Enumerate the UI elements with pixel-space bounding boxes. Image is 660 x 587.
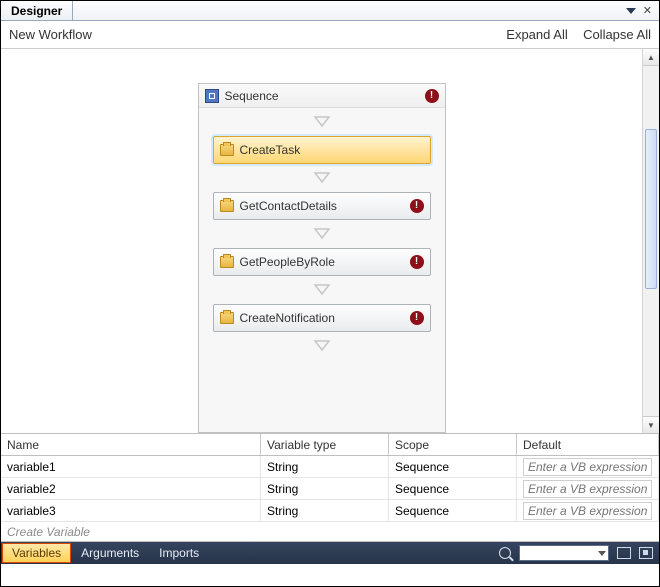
tab-arguments[interactable]: Arguments xyxy=(71,542,149,564)
default-expression-input[interactable] xyxy=(523,458,652,476)
activity-icon xyxy=(220,312,234,324)
tab-imports[interactable]: Imports xyxy=(149,542,209,564)
default-expression-input[interactable] xyxy=(523,480,652,498)
activity-item[interactable]: CreateTask xyxy=(213,136,431,164)
cell-type[interactable]: String xyxy=(261,456,389,477)
activity-item[interactable]: CreateNotification! xyxy=(213,304,431,332)
drop-target[interactable] xyxy=(199,220,445,248)
activity-icon xyxy=(220,144,234,156)
table-row[interactable]: variable1StringSequence xyxy=(1,456,659,478)
activity-label: GetPeopleByRole xyxy=(240,255,404,269)
fit-to-screen-icon[interactable] xyxy=(617,547,631,559)
sequence-title: Sequence xyxy=(225,89,419,103)
designer-tab[interactable]: Designer xyxy=(1,1,73,20)
scroll-up-icon[interactable]: ▲ xyxy=(643,49,659,66)
error-badge-icon[interactable]: ! xyxy=(425,89,439,103)
tab-variables[interactable]: Variables xyxy=(2,543,71,563)
scroll-down-icon[interactable]: ▼ xyxy=(643,416,659,433)
activity-icon xyxy=(220,200,234,212)
col-header-scope[interactable]: Scope xyxy=(389,434,517,455)
activity-item[interactable]: GetContactDetails! xyxy=(213,192,431,220)
title-bar: Designer ✕ xyxy=(1,1,659,21)
cell-scope[interactable]: Sequence xyxy=(389,500,517,521)
table-row[interactable]: variable2StringSequence xyxy=(1,478,659,500)
sequence-icon xyxy=(205,89,219,103)
activity-label: GetContactDetails xyxy=(240,199,404,213)
tab-label: Designer xyxy=(11,4,62,18)
create-variable-row[interactable]: Create Variable xyxy=(1,522,659,542)
cell-name[interactable]: variable3 xyxy=(1,500,261,521)
cell-default xyxy=(517,456,659,477)
cell-type[interactable]: String xyxy=(261,500,389,521)
drop-target[interactable] xyxy=(199,108,445,136)
activity-label: CreateTask xyxy=(240,143,424,157)
cell-scope[interactable]: Sequence xyxy=(389,456,517,477)
breadcrumb-toolbar: New Workflow Expand All Collapse All xyxy=(1,21,659,49)
error-badge-icon[interactable]: ! xyxy=(410,255,424,269)
vertical-scrollbar[interactable]: ▲ ▼ xyxy=(642,49,659,433)
drop-target[interactable] xyxy=(199,164,445,192)
activity-item[interactable]: GetPeopleByRole! xyxy=(213,248,431,276)
scroll-thumb[interactable] xyxy=(645,129,657,289)
cell-scope[interactable]: Sequence xyxy=(389,478,517,499)
col-header-type[interactable]: Variable type xyxy=(261,434,389,455)
zoom-dropdown[interactable] xyxy=(519,545,609,561)
sequence-container[interactable]: Sequence ! CreateTaskGetContactDetails!G… xyxy=(198,83,446,433)
cell-default xyxy=(517,500,659,521)
col-header-name[interactable]: Name xyxy=(1,434,261,455)
error-badge-icon[interactable]: ! xyxy=(410,311,424,325)
default-expression-input[interactable] xyxy=(523,502,652,520)
cell-default xyxy=(517,478,659,499)
dropdown-icon[interactable] xyxy=(626,8,636,14)
cell-name[interactable]: variable1 xyxy=(1,456,261,477)
workflow-name[interactable]: New Workflow xyxy=(9,27,92,42)
designer-canvas-wrapper: Sequence ! CreateTaskGetContactDetails!G… xyxy=(1,49,659,433)
overview-icon[interactable] xyxy=(639,547,653,559)
designer-canvas[interactable]: Sequence ! CreateTaskGetContactDetails!G… xyxy=(1,49,642,433)
close-icon[interactable]: ✕ xyxy=(640,4,655,17)
chevron-down-icon xyxy=(598,551,606,556)
drop-target[interactable] xyxy=(199,332,445,360)
collapse-all-link[interactable]: Collapse All xyxy=(583,27,651,42)
sequence-header[interactable]: Sequence ! xyxy=(199,84,445,108)
grid-header-row: Name Variable type Scope Default xyxy=(1,434,659,456)
expand-all-link[interactable]: Expand All xyxy=(506,27,567,42)
error-badge-icon[interactable]: ! xyxy=(410,199,424,213)
search-icon[interactable] xyxy=(499,547,511,559)
status-bar: Variables Arguments Imports xyxy=(1,542,659,564)
activity-label: CreateNotification xyxy=(240,311,404,325)
table-row[interactable]: variable3StringSequence xyxy=(1,500,659,522)
activity-icon xyxy=(220,256,234,268)
cell-type[interactable]: String xyxy=(261,478,389,499)
cell-name[interactable]: variable2 xyxy=(1,478,261,499)
drop-target[interactable] xyxy=(199,276,445,304)
variables-panel: Name Variable type Scope Default variabl… xyxy=(1,433,659,542)
col-header-default[interactable]: Default xyxy=(517,434,659,455)
